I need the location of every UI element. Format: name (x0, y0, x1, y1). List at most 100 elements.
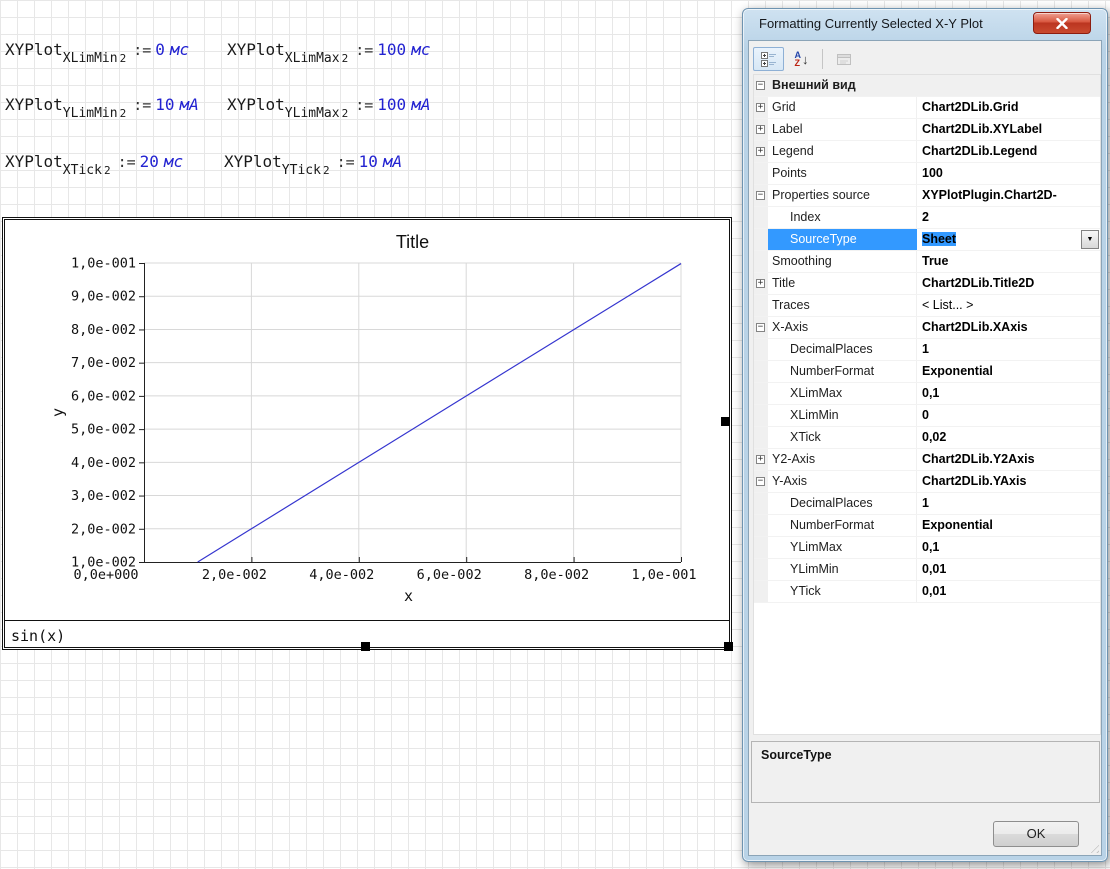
property-name: SourceType (768, 229, 917, 250)
property-row-grid[interactable]: +GridChart2DLib.Grid (754, 97, 1100, 119)
dropdown-button[interactable]: ▼ (1081, 230, 1099, 249)
property-value[interactable]: Exponential (917, 515, 1100, 536)
categorized-view-button[interactable] (753, 47, 784, 71)
expand-icon[interactable]: + (756, 125, 765, 134)
collapse-icon[interactable]: − (756, 191, 765, 200)
property-row-y-axis[interactable]: −Y-AxisChart2DLib.YAxis (754, 471, 1100, 493)
trace-expression[interactable]: sin(x) (11, 627, 65, 645)
collapse-icon[interactable]: − (756, 477, 765, 486)
property-row-ylimmax[interactable]: YLimMax0,1 (754, 537, 1100, 559)
property-value-text: Exponential (922, 364, 993, 378)
property-pages-button[interactable] (828, 47, 859, 71)
property-value[interactable]: Chart2DLib.Y2Axis (917, 449, 1100, 470)
property-value[interactable]: 100 (917, 163, 1100, 184)
property-value[interactable]: Exponential (917, 361, 1100, 382)
property-row-label[interactable]: +LabelChart2DLib.XYLabel (754, 119, 1100, 141)
property-name: Legend (768, 141, 917, 162)
collapse-icon[interactable]: − (756, 81, 765, 90)
property-row-xlimmin[interactable]: XLimMin0 (754, 405, 1100, 427)
property-row-xtick[interactable]: XTick0,02 (754, 427, 1100, 449)
resize-handle-right[interactable] (721, 417, 730, 426)
row-gutter (754, 581, 768, 602)
definition-value: 20 (140, 152, 159, 171)
property-row-sourcetype[interactable]: SourceTypeSheet▼ (754, 229, 1100, 251)
property-value[interactable]: Chart2DLib.YAxis (917, 471, 1100, 492)
chevron-down-icon: ▼ (1087, 229, 1094, 250)
property-row-ylimmin[interactable]: YLimMin0,01 (754, 559, 1100, 581)
property-row-y2-axis[interactable]: +Y2-AxisChart2DLib.Y2Axis (754, 449, 1100, 471)
property-row-properties-source[interactable]: −Properties sourceXYPlotPlugin.Chart2D- (754, 185, 1100, 207)
expand-icon[interactable]: + (756, 103, 765, 112)
property-row-index[interactable]: Index2 (754, 207, 1100, 229)
definition-unit: мА (383, 152, 402, 171)
property-row-legend[interactable]: +LegendChart2DLib.Legend (754, 141, 1100, 163)
property-value[interactable]: Chart2DLib.XYLabel (917, 119, 1100, 140)
math-definition-ylimmax[interactable]: XYPlotYLimMax2:=100мА (227, 95, 430, 114)
property-row-title[interactable]: +Title Chart2DLib.Title2D (754, 273, 1100, 295)
property-value[interactable]: 1 (917, 339, 1100, 360)
property-value[interactable]: Chart2DLib.XAxis (917, 317, 1100, 338)
property-value[interactable]: 0,01 (917, 581, 1100, 602)
expand-icon[interactable]: + (756, 147, 765, 156)
property-name: Smoothing (768, 251, 917, 272)
xy-plot-region[interactable]: Title 1,0e-0019,0e-0028,0e-0027,0e-0026,… (2, 217, 732, 650)
property-row-xlimmax[interactable]: XLimMax0,1 (754, 383, 1100, 405)
property-row-ytick[interactable]: YTick0,01 (754, 581, 1100, 603)
property-row-decimalplaces[interactable]: DecimalPlaces1 (754, 339, 1100, 361)
property-row-внешний-вид[interactable]: −Внешний вид (754, 75, 1100, 97)
property-value-text: Chart2DLib.Grid (922, 100, 1019, 114)
property-value[interactable]: Chart2DLib.Legend (917, 141, 1100, 162)
math-definition-xlimmax[interactable]: XYPlotXLimMax2:=100мс (227, 40, 430, 59)
resize-handle-corner[interactable] (724, 642, 733, 651)
property-value[interactable]: 0,02 (917, 427, 1100, 448)
definition-operator: := (355, 41, 373, 59)
resize-grip[interactable] (1087, 841, 1099, 853)
property-value[interactable]: 0,1 (917, 537, 1100, 558)
variable-index: 2 (342, 52, 349, 65)
close-button[interactable] (1033, 12, 1091, 34)
definition-value: 100 (377, 95, 406, 114)
property-row-numberformat[interactable]: NumberFormatExponential (754, 515, 1100, 537)
property-value[interactable]: < List... > (917, 295, 1100, 316)
toolbar-separator (822, 49, 823, 69)
property-value-text: 0,01 (922, 562, 946, 576)
property-row-numberformat[interactable]: NumberFormatExponential (754, 361, 1100, 383)
math-definition-ylimmin[interactable]: XYPlotYLimMin2:=10мА (5, 95, 199, 114)
collapse-icon[interactable]: − (756, 323, 765, 332)
property-value-text: 1 (922, 342, 929, 356)
property-value[interactable]: 0,01 (917, 559, 1100, 580)
variable-index: 2 (104, 164, 111, 177)
property-value[interactable]: Sheet▼ (917, 229, 1100, 250)
resize-handle-bottom[interactable] (361, 642, 370, 651)
property-value[interactable]: 2 (917, 207, 1100, 228)
property-name: Title (768, 273, 917, 294)
property-name: YTick (768, 581, 917, 602)
property-value[interactable]: XYPlotPlugin.Chart2D- (917, 185, 1100, 206)
property-row-smoothing[interactable]: SmoothingTrue (754, 251, 1100, 273)
ok-button[interactable]: OK (993, 821, 1079, 847)
property-value[interactable]: 0 (917, 405, 1100, 426)
expand-icon[interactable]: + (756, 455, 765, 464)
math-definition-ytick[interactable]: XYPlotYTick2:=10мА (224, 152, 402, 171)
property-value[interactable]: 1 (917, 493, 1100, 514)
property-name: Y-Axis (768, 471, 917, 492)
math-definition-xtick[interactable]: XYPlotXTick2:=20мс (5, 152, 183, 171)
property-value[interactable]: 0,1 (917, 383, 1100, 404)
math-definition-xlimmin[interactable]: XYPlotXLimMin2:=0мс (5, 40, 189, 59)
property-value-text: Chart2DLib.Title2D (922, 276, 1034, 290)
property-row-x-axis[interactable]: −X-AxisChart2DLib.XAxis (754, 317, 1100, 339)
y-tick-label: 8,0e-002 (71, 322, 136, 338)
property-row-decimalplaces[interactable]: DecimalPlaces1 (754, 493, 1100, 515)
row-gutter: + (754, 449, 768, 470)
dialog-titlebar[interactable]: Formatting Currently Selected X-Y Plot (743, 9, 1107, 39)
row-gutter (754, 515, 768, 536)
property-value[interactable]: Chart2DLib.Title2D (917, 273, 1100, 294)
property-value[interactable]: Chart2DLib.Grid (917, 97, 1100, 118)
property-row-points[interactable]: Points100 (754, 163, 1100, 185)
property-value[interactable]: True (917, 251, 1100, 272)
alphabetical-sort-button[interactable]: A Z ↓ (786, 47, 817, 71)
expand-icon[interactable]: + (756, 279, 765, 288)
trace-line (198, 264, 681, 562)
property-row-traces[interactable]: Traces< List... > (754, 295, 1100, 317)
property-name: X-Axis (768, 317, 917, 338)
